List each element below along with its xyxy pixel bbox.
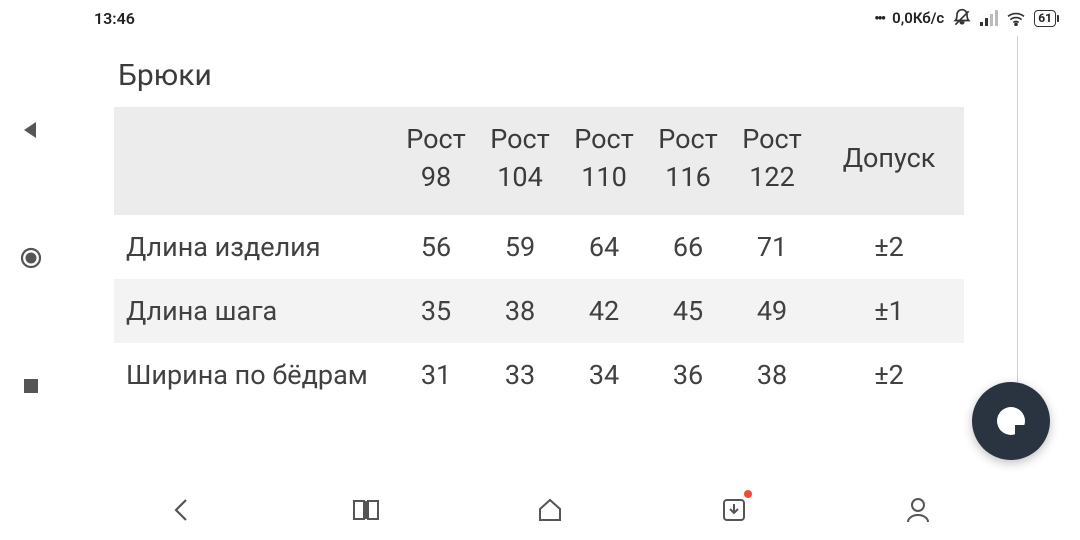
cell: 64	[562, 215, 646, 279]
cell: 49	[730, 279, 814, 343]
main-content: Брюки Рост 98 Рост 104 Рост 110 Рост 116…	[62, 36, 1080, 480]
chat-fab[interactable]	[972, 382, 1050, 460]
status-bar: 13:46 ••• 0,0Кб/с 61	[0, 0, 1080, 36]
downloads-button[interactable]	[714, 490, 754, 530]
col-blank	[114, 107, 394, 215]
system-nav-rail	[0, 36, 62, 480]
table-row: Ширина по бёдрам 31 33 34 36 38 ±2	[114, 343, 964, 407]
recents-button[interactable]	[16, 371, 46, 401]
wifi-icon	[1006, 10, 1026, 26]
cell: 35	[394, 279, 478, 343]
table-row: Длина изделия 56 59 64 66 71 ±2	[114, 215, 964, 279]
notification-dot	[744, 490, 752, 498]
home-button[interactable]	[16, 243, 46, 273]
col-size-98: Рост 98	[394, 107, 478, 215]
cell: 56	[394, 215, 478, 279]
col-size-116: Рост 116	[646, 107, 730, 215]
cell: 71	[730, 215, 814, 279]
col-tolerance: Допуск	[814, 107, 964, 215]
col-size-104: Рост 104	[478, 107, 562, 215]
cell: 33	[478, 343, 562, 407]
book-icon	[351, 497, 381, 523]
cell: 66	[646, 215, 730, 279]
signal-icon	[980, 10, 998, 26]
cell: 36	[646, 343, 730, 407]
home-icon	[536, 497, 564, 523]
back-button[interactable]	[16, 115, 46, 145]
network-speed: 0,0Кб/с	[892, 9, 944, 27]
cell: 38	[730, 343, 814, 407]
nav-back-button[interactable]	[162, 490, 202, 530]
home-nav-button[interactable]	[530, 490, 570, 530]
profile-button[interactable]	[898, 490, 938, 530]
section-title: Брюки	[118, 58, 1058, 93]
status-right: ••• 0,0Кб/с 61	[874, 8, 1056, 28]
cell: 59	[478, 215, 562, 279]
catalog-button[interactable]	[346, 490, 386, 530]
cell-tolerance: ±1	[814, 279, 964, 343]
cell: 45	[646, 279, 730, 343]
clock: 13:46	[94, 9, 135, 28]
table-header-row: Рост 98 Рост 104 Рост 110 Рост 116 Рост …	[114, 107, 964, 215]
download-icon	[721, 497, 747, 523]
cell: 38	[478, 279, 562, 343]
row-label: Длина шага	[114, 279, 394, 343]
size-table: Рост 98 Рост 104 Рост 110 Рост 116 Рост …	[114, 107, 964, 407]
bottom-bar	[0, 480, 1080, 540]
table-row: Длина шага 35 38 42 45 49 ±1	[114, 279, 964, 343]
col-size-122: Рост 122	[730, 107, 814, 215]
cell: 42	[562, 279, 646, 343]
cell-tolerance: ±2	[814, 215, 964, 279]
right-divider	[1017, 36, 1018, 416]
chat-icon	[997, 407, 1025, 435]
cell: 34	[562, 343, 646, 407]
battery-indicator: 61	[1034, 10, 1056, 27]
col-size-110: Рост 110	[562, 107, 646, 215]
row-label: Ширина по бёдрам	[114, 343, 394, 407]
profile-icon	[905, 496, 931, 524]
row-label: Длина изделия	[114, 215, 394, 279]
mute-icon	[952, 8, 972, 28]
cell-tolerance: ±2	[814, 343, 964, 407]
cell: 31	[394, 343, 478, 407]
